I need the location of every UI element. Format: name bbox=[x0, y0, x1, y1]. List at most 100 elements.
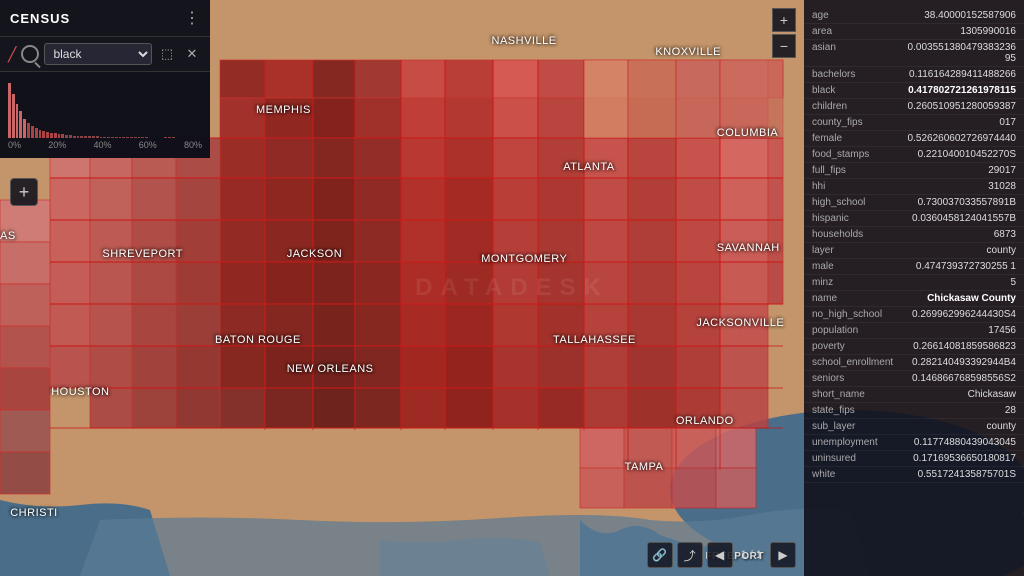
histogram-axis: 0% 20% 40% 60% 80% bbox=[8, 138, 202, 152]
info-row: minz5 bbox=[804, 275, 1024, 291]
histogram-bar bbox=[8, 83, 11, 138]
info-value: 0.11774880439043045 bbox=[907, 437, 1016, 448]
histogram-bar bbox=[27, 123, 30, 138]
right-info-panel: age38.40000152587906area1305990016asian0… bbox=[804, 0, 1024, 576]
histogram-bar bbox=[39, 130, 42, 138]
filter-row: ╱ black ⬚ ✕ bbox=[0, 37, 210, 72]
bookmark-button[interactable]: 🔗 bbox=[647, 542, 673, 568]
close-filter-button[interactable]: ✕ bbox=[182, 44, 202, 64]
histogram-bar bbox=[31, 126, 34, 138]
info-key: minz bbox=[812, 277, 907, 288]
info-value: 0.260510951280059387 bbox=[907, 101, 1016, 112]
histogram-bar bbox=[23, 119, 26, 138]
info-value: 0.146866768598556S2 bbox=[907, 373, 1016, 384]
histogram-container: 0% 20% 40% 60% 80% bbox=[0, 72, 210, 158]
info-value: 31028 bbox=[907, 181, 1016, 192]
info-key: school_enrollment bbox=[812, 357, 907, 368]
info-value: 0.116164289411488266 bbox=[907, 69, 1016, 80]
panel-menu-icon[interactable]: ⋮ bbox=[184, 8, 200, 28]
info-value: 0.269962996244430S4 bbox=[907, 309, 1016, 320]
info-key: age bbox=[812, 10, 907, 21]
histogram-bar bbox=[54, 133, 57, 138]
histogram-bar bbox=[141, 137, 144, 138]
histogram-bar bbox=[58, 134, 61, 138]
info-row: full_fips29017 bbox=[804, 163, 1024, 179]
info-row: population17456 bbox=[804, 323, 1024, 339]
histogram-bar bbox=[42, 131, 45, 138]
info-value: 0.474739372730255 1 bbox=[907, 261, 1016, 272]
next-page-button[interactable]: ▶ bbox=[770, 542, 796, 568]
info-value: county bbox=[907, 245, 1016, 256]
info-row: sub_layercounty bbox=[804, 419, 1024, 435]
info-row: high_school0.730037033557891B bbox=[804, 195, 1024, 211]
info-row: nameChickasaw County bbox=[804, 291, 1024, 307]
info-value: 38.40000152587906 bbox=[907, 10, 1016, 21]
info-row: female0.526260602726974440 bbox=[804, 131, 1024, 147]
info-row: unemployment0.11774880439043045 bbox=[804, 435, 1024, 451]
info-row: age38.40000152587906 bbox=[804, 8, 1024, 24]
info-row: children0.260510951280059387 bbox=[804, 99, 1024, 115]
info-row: black0.417802721261978115 bbox=[804, 83, 1024, 99]
bottom-navigation: 🔗 ⤴ ◀ 1 / 1 ▶ bbox=[647, 542, 796, 568]
histogram-bar bbox=[164, 137, 167, 138]
histogram-bar bbox=[107, 137, 110, 138]
info-key: name bbox=[812, 293, 907, 304]
info-value: 0.00355138047938323695 bbox=[907, 42, 1016, 64]
histogram-bar bbox=[35, 128, 38, 138]
info-row: hhi31028 bbox=[804, 179, 1024, 195]
search-icon[interactable] bbox=[21, 45, 39, 63]
zoom-out-button[interactable]: − bbox=[772, 34, 796, 58]
zoom-in-button[interactable]: + bbox=[772, 8, 796, 32]
info-value: 0.417802721261978115 bbox=[907, 85, 1016, 96]
info-row: households6873 bbox=[804, 227, 1024, 243]
info-key: short_name bbox=[812, 389, 907, 400]
histogram bbox=[8, 78, 198, 138]
info-key: households bbox=[812, 229, 907, 240]
info-value: county bbox=[907, 421, 1016, 432]
histogram-bar bbox=[92, 136, 95, 138]
histogram-bar bbox=[69, 135, 72, 138]
histogram-bar bbox=[50, 133, 53, 138]
info-value: 0.26614081859586823 bbox=[907, 341, 1016, 352]
info-value: Chickasaw bbox=[907, 389, 1016, 400]
histogram-bar bbox=[134, 137, 137, 138]
info-row: layercounty bbox=[804, 243, 1024, 259]
histogram-bar bbox=[103, 137, 106, 138]
info-row: poverty0.26614081859586823 bbox=[804, 339, 1024, 355]
histogram-bar bbox=[19, 111, 22, 138]
left-panel: CENSUS ⋮ ╱ black ⬚ ✕ 0% 20% 40% 60% 80% bbox=[0, 0, 210, 158]
save-icon[interactable]: ⬚ bbox=[157, 44, 177, 64]
info-key: male bbox=[812, 261, 907, 272]
histogram-bar bbox=[80, 136, 83, 138]
histogram-bar bbox=[46, 132, 49, 138]
info-value: 0.551724135875701S bbox=[907, 469, 1016, 480]
hist-label-40: 40% bbox=[93, 140, 111, 150]
info-key: full_fips bbox=[812, 165, 907, 176]
info-value: 017 bbox=[907, 117, 1016, 128]
info-key: population bbox=[812, 325, 907, 336]
histogram-bar bbox=[16, 104, 19, 138]
histogram-bar bbox=[96, 136, 99, 138]
info-value: 6873 bbox=[907, 229, 1016, 240]
filter-dropdown[interactable]: black bbox=[44, 43, 152, 65]
histogram-bar bbox=[61, 134, 64, 138]
add-layer-button[interactable]: + bbox=[10, 178, 38, 206]
histogram-bar bbox=[138, 137, 141, 138]
hist-label-80: 80% bbox=[184, 140, 202, 150]
info-key: white bbox=[812, 469, 907, 480]
info-key: children bbox=[812, 101, 907, 112]
info-row: seniors0.146866768598556S2 bbox=[804, 371, 1024, 387]
info-value: 0.282140493392944B4 bbox=[907, 357, 1016, 368]
prev-page-button[interactable]: ◀ bbox=[707, 542, 733, 568]
info-row: school_enrollment0.282140493392944B4 bbox=[804, 355, 1024, 371]
info-value: 0.0360458124041557B bbox=[907, 213, 1016, 224]
histogram-bar bbox=[111, 137, 114, 138]
info-value: 0.17169536650180817 bbox=[907, 453, 1016, 464]
info-key: black bbox=[812, 85, 907, 96]
share-button[interactable]: ⤴ bbox=[677, 542, 703, 568]
histogram-bar bbox=[145, 137, 148, 138]
info-value: 29017 bbox=[907, 165, 1016, 176]
info-value: Chickasaw County bbox=[907, 293, 1016, 304]
histogram-bar bbox=[172, 137, 175, 138]
info-key: seniors bbox=[812, 373, 907, 384]
